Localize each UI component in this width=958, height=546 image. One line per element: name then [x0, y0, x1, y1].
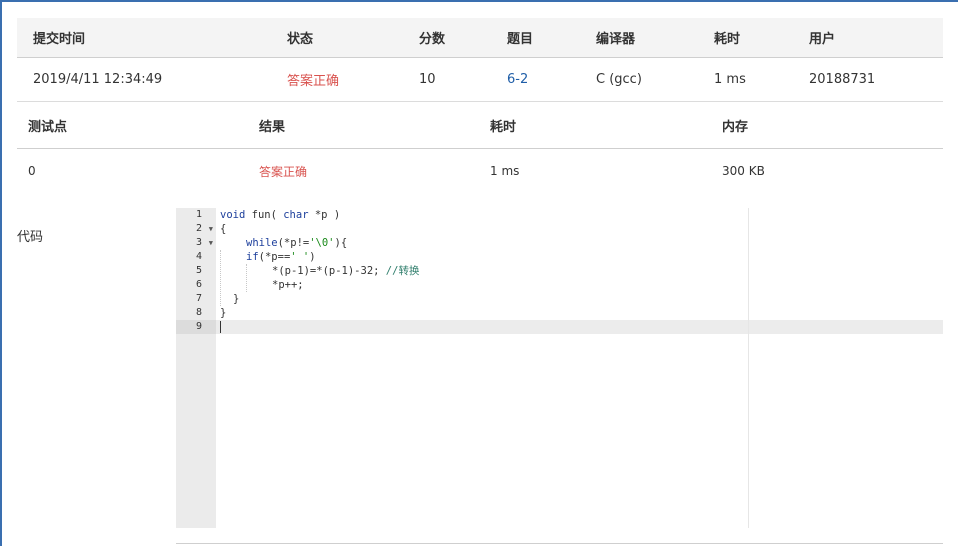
bottom-divider	[176, 543, 943, 544]
header-testcase-elapsed: 耗时	[490, 119, 517, 135]
header-testcase-result: 结果	[259, 119, 286, 135]
header-testcase-memory: 内存	[722, 119, 749, 135]
header-status: 状态	[287, 32, 314, 47]
code-line: {	[220, 223, 227, 235]
submit-time: 2019/4/11 12:34:49	[33, 72, 163, 87]
header-submit-time: 提交时间	[33, 32, 86, 47]
top-accent-bar	[0, 0, 958, 2]
line-number: 9	[195, 321, 202, 332]
status-badge: 答案正确	[287, 74, 340, 89]
problem-link[interactable]: 6-2	[507, 58, 528, 101]
header-testcase-id: 测试点	[28, 119, 68, 135]
header-score: 分数	[419, 32, 446, 47]
line-number: 7	[195, 293, 202, 304]
user-value: 20188731	[809, 72, 876, 87]
submission-table: 提交时间 状态 分数 题目 编译器 耗时 用户 2019/4/11 12:34:…	[17, 18, 943, 102]
testcase-table-header: 测试点 结果 耗时 内存	[17, 102, 943, 149]
testcase-id: 0	[28, 164, 36, 178]
line-number: 1	[195, 209, 202, 220]
code-line: void fun( char *p )	[220, 209, 341, 221]
compiler-value: C (gcc)	[596, 72, 642, 87]
code-text-area[interactable]: void fun( char *p ) { while(*p!='\0'){ i…	[216, 208, 943, 528]
submission-table-header: 提交时间 状态 分数 题目 编译器 耗时 用户	[17, 18, 943, 58]
code-label: 代码	[17, 230, 44, 245]
testcase-row: 0 答案正确 1 ms 300 KB	[17, 149, 943, 193]
code-line: if(*p==' ')	[246, 251, 316, 263]
line-number: 8	[195, 307, 202, 318]
header-problem: 题目	[507, 32, 534, 47]
testcase-table: 测试点 结果 耗时 内存 0 答案正确 1 ms 300 KB	[17, 102, 943, 193]
score-value: 10	[419, 72, 436, 87]
indent-guide	[220, 250, 221, 306]
elapsed-value: 1 ms	[714, 72, 746, 87]
fold-arrow-icon[interactable]: ▼	[209, 236, 213, 250]
line-number: 6	[195, 279, 202, 290]
header-compiler: 编译器	[596, 32, 636, 47]
code-line: *(p-1)=*(p-1)-32; //转换	[272, 265, 420, 277]
code-line: }	[233, 293, 240, 305]
submission-row: 2019/4/11 12:34:49 答案正确 10 6-2 C (gcc) 1…	[17, 58, 943, 102]
line-number: 2 ▼	[195, 222, 213, 236]
code-line: }	[220, 307, 227, 319]
left-accent-edge	[0, 0, 2, 546]
text-cursor	[220, 321, 221, 333]
fold-arrow-icon[interactable]: ▼	[209, 222, 213, 236]
testcase-memory: 300 KB	[722, 164, 765, 178]
code-editor[interactable]: 1 2 ▼ 3 ▼ 4 5 6 7 8 9 void fun( char *p ) …	[176, 208, 943, 528]
indent-guide	[246, 264, 247, 292]
header-elapsed: 耗时	[714, 32, 741, 47]
line-number: 3 ▼	[195, 236, 213, 250]
line-number: 5	[195, 265, 202, 276]
testcase-elapsed: 1 ms	[490, 164, 520, 178]
code-line: *p++;	[272, 279, 304, 291]
header-user: 用户	[809, 32, 836, 47]
testcase-result: 答案正确	[259, 164, 308, 179]
code-line: while(*p!='\0'){	[246, 237, 348, 249]
line-number: 4	[195, 251, 202, 262]
